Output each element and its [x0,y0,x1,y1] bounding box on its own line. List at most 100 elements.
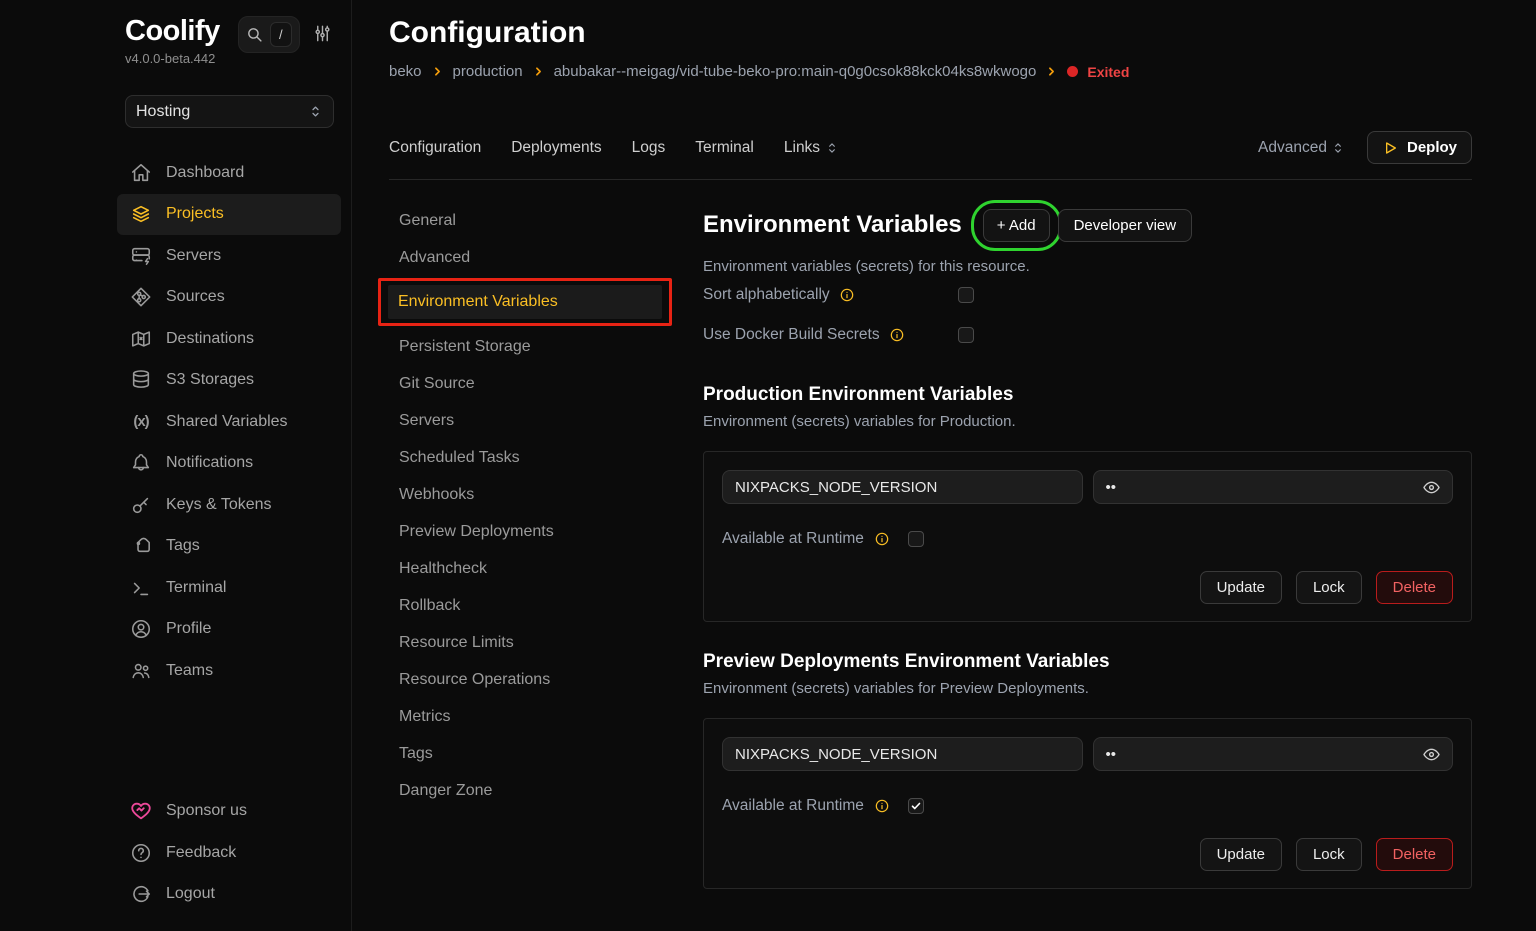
app-logo: Coolify [125,14,220,48]
subnav-item-resource-operations[interactable]: Resource Operations [389,661,703,698]
delete-button[interactable]: Delete [1376,838,1453,871]
tab-terminal[interactable]: Terminal [695,139,754,157]
key-icon [130,494,152,516]
sidebar-item-dashboard[interactable]: Dashboard [117,152,341,194]
variable-value-input[interactable]: •• [1093,470,1454,504]
developer-view-button[interactable]: Developer view [1058,209,1193,242]
tab-links[interactable]: Links [784,139,839,157]
update-button[interactable]: Update [1200,838,1282,871]
sidebar-item-sources[interactable]: Sources [117,277,341,319]
sidebar-item-label: Sources [166,288,225,306]
sidebar-item-destinations[interactable]: Destinations [117,318,341,360]
sidebar-item-notifications[interactable]: Notifications [117,443,341,485]
subnav-item-tags[interactable]: Tags [389,735,703,772]
status-dot-icon [1067,66,1078,77]
subnav-item-rollback[interactable]: Rollback [389,587,703,624]
subnav-item-resource-limits[interactable]: Resource Limits [389,624,703,661]
subnav-item-danger-zone[interactable]: Danger Zone [389,772,703,809]
preview-section-title: Preview Deployments Environment Variable… [703,651,1472,673]
subnav-item-persistent-storage[interactable]: Persistent Storage [389,328,703,365]
breadcrumb-resource[interactable]: abubakar--meigag/vid-tube-beko-pro:main-… [554,63,1037,80]
chevron-selector-icon [308,104,323,119]
help-circle-icon [130,842,152,864]
subnav-item-metrics[interactable]: Metrics [389,698,703,735]
tabs-actions: Advanced Deploy [1258,131,1472,164]
map-icon [130,328,152,350]
update-button[interactable]: Update [1200,571,1282,604]
search-icon [246,26,263,43]
tab-deployments[interactable]: Deployments [511,139,601,157]
sort-alphabetically-checkbox[interactable] [958,287,974,303]
sidebar-item-tags[interactable]: Tags [117,526,341,568]
tab-configuration[interactable]: Configuration [389,139,481,157]
lock-button[interactable]: Lock [1296,571,1362,604]
subnav-item-advanced[interactable]: Advanced [389,239,703,276]
sidebar-item-teams[interactable]: Teams [117,650,341,692]
variable-name-input[interactable] [722,737,1083,771]
sidebar-item-logout[interactable]: Logout [117,874,341,916]
sidebar-item-shared-variables[interactable]: (x) Shared Variables [117,401,341,443]
bell-icon [130,452,152,474]
variable-value-input[interactable]: •• [1093,737,1454,771]
runtime-row: Available at Runtime [722,797,1453,815]
sidebar-item-projects[interactable]: Projects [117,194,341,236]
add-variable-button[interactable]: + Add [983,209,1050,242]
sidebar-item-profile[interactable]: Profile [117,609,341,651]
subnav-item-preview-deployments[interactable]: Preview Deployments [389,513,703,550]
runtime-label: Available at Runtime [722,530,864,548]
variable-name-input[interactable] [722,470,1083,504]
tabs-row: Configuration Deployments Logs Terminal … [389,131,1472,164]
subnav-item-webhooks[interactable]: Webhooks [389,476,703,513]
delete-button[interactable]: Delete [1376,571,1453,604]
sidebar-item-sponsor-us[interactable]: Sponsor us [117,791,341,833]
subnav-item-general[interactable]: General [389,202,703,239]
deploy-button[interactable]: Deploy [1367,131,1472,164]
sidebar-item-label: Shared Variables [166,413,288,431]
runtime-checkbox[interactable] [908,798,924,814]
search-button[interactable]: / [238,16,300,53]
app-version: v4.0.0-beta.442 [125,51,220,66]
docker-build-secrets-label: Use Docker Build Secrets [703,326,880,344]
sidebar-item-label: Teams [166,662,213,680]
config-subnav: General Advanced Environment Variables P… [389,180,703,931]
sidebar-item-keys-tokens[interactable]: Keys & Tokens [117,484,341,526]
sidebar-item-label: Terminal [166,579,226,597]
sidebar-item-label: Feedback [166,844,236,862]
lock-button[interactable]: Lock [1296,838,1362,871]
breadcrumb-team[interactable]: beko [389,63,422,80]
production-section-title: Production Environment Variables [703,384,1472,406]
advanced-dropdown[interactable]: Advanced [1258,139,1345,157]
sidebar-item-label: S3 Storages [166,371,254,389]
sidebar-item-label: Logout [166,885,215,903]
chevron-right-icon [532,65,545,78]
team-select[interactable]: Hosting [125,95,334,128]
sidebar: Coolify v4.0.0-beta.442 / Hosting Dashbo… [0,0,352,931]
eye-icon[interactable] [1422,478,1441,497]
advanced-dropdown-label: Advanced [1258,139,1327,157]
docker-build-secrets-checkbox[interactable] [958,327,974,343]
git-icon [130,286,152,308]
configuration-content: General Advanced Environment Variables P… [389,180,1472,931]
annotation-green-circle: + Add [971,200,1062,251]
subnav-item-healthcheck[interactable]: Healthcheck [389,550,703,587]
subnav-item-environment-variables[interactable]: Environment Variables [388,285,662,319]
subnav-item-scheduled-tasks[interactable]: Scheduled Tasks [389,439,703,476]
logout-icon [130,883,152,905]
tab-logs[interactable]: Logs [632,139,666,157]
sidebar-item-terminal[interactable]: Terminal [117,567,341,609]
sidebar-item-feedback[interactable]: Feedback [117,832,341,874]
info-icon [874,798,890,814]
breadcrumb-environment[interactable]: production [453,63,523,80]
sidebar-item-s3-storages[interactable]: S3 Storages [117,360,341,402]
settings-sliders-icon[interactable] [313,24,332,43]
subnav-item-servers[interactable]: Servers [389,402,703,439]
runtime-checkbox[interactable] [908,531,924,547]
sidebar-item-label: Tags [166,537,200,555]
sidebar-item-servers[interactable]: Servers [117,235,341,277]
subnav-item-git-source[interactable]: Git Source [389,365,703,402]
preview-variable-card: •• Available at Runtime Update Lock Dele… [703,718,1472,889]
eye-icon[interactable] [1422,745,1441,764]
deploy-button-label: Deploy [1407,139,1457,156]
sidebar-item-label: Notifications [166,454,253,472]
main-area: Configuration beko production abubakar--… [352,0,1536,931]
